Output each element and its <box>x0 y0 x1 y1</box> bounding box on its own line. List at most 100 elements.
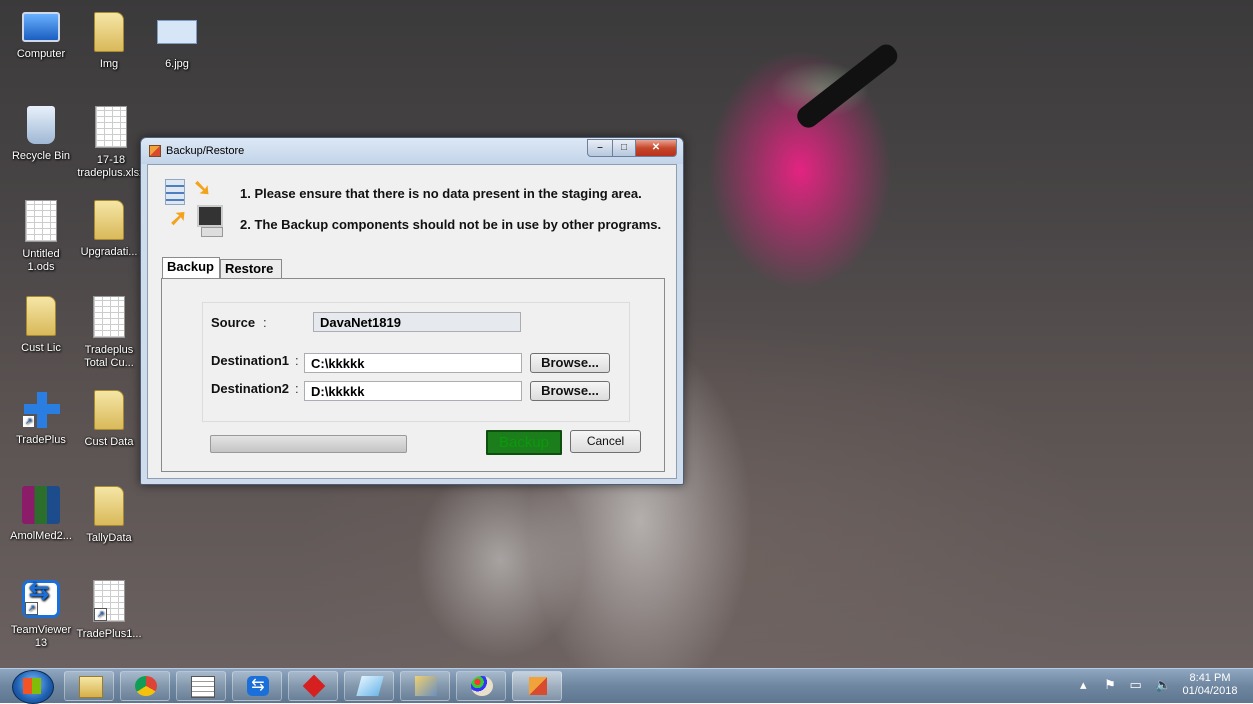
desktop-icon-computer[interactable]: Computer <box>8 12 74 61</box>
desktop-icon-upgradation[interactable]: Upgradati... <box>76 200 142 259</box>
explorer-icon <box>79 676 103 698</box>
start-button[interactable] <box>12 670 54 704</box>
dialog-titlebar[interactable]: Backup/Restore – □ ✕ <box>141 138 683 164</box>
tab-backup[interactable]: Backup <box>162 257 220 278</box>
volume-icon[interactable]: 🔈 <box>1155 677 1171 692</box>
paint-icon <box>471 676 493 696</box>
desktop-icon-cust-data[interactable]: Cust Data <box>76 390 142 449</box>
dialog-title: Backup/Restore <box>166 145 245 157</box>
taskbar-tools[interactable] <box>400 671 450 701</box>
recycle-bin-icon <box>27 106 55 144</box>
close-button[interactable]: ✕ <box>635 139 677 157</box>
backup-tab-panel: Source : DavaNet1819 Destination1 : C:\k… <box>161 278 665 472</box>
destination1-input[interactable]: C:\kkkkk <box>304 353 522 373</box>
folder-icon <box>94 12 124 52</box>
folder-icon <box>94 486 124 526</box>
maximize-button[interactable]: □ <box>612 139 636 157</box>
paths-group: Source : DavaNet1819 Destination1 : C:\k… <box>202 302 630 422</box>
desktop-icon-6jpg[interactable]: 6.jpg <box>144 12 210 71</box>
desktop-icon-label: TradePlus1... <box>76 628 142 640</box>
red-app-icon <box>302 674 326 698</box>
taskbar-red-app[interactable] <box>288 671 338 701</box>
desktop-icon-label: Cust Lic <box>21 342 61 354</box>
desktop-icon-untitled-ods[interactable]: Untitled 1.ods <box>8 200 74 274</box>
source-colon: : <box>263 315 267 330</box>
wallpaper-feather-stick <box>793 40 902 132</box>
taskbar-teamviewer[interactable]: ⇆ <box>232 671 282 701</box>
desktop-icon-label: TradePlus <box>16 434 66 446</box>
network-icon[interactable]: ▭ <box>1129 677 1141 692</box>
tray-expand-icon[interactable]: ▴ <box>1080 677 1087 692</box>
desktop-icon-amolmed[interactable]: AmolMed2... <box>8 486 74 543</box>
desktop-icon-tallydata[interactable]: TallyData <box>76 486 142 545</box>
taskbar-backup-app[interactable] <box>512 671 562 701</box>
spreadsheet-file-icon <box>25 200 57 242</box>
instruction-note-1: 1. Please ensure that there is no data p… <box>240 186 642 201</box>
teamviewer-icon: ↗ <box>22 580 60 618</box>
folder-icon <box>94 200 124 240</box>
desktop-icon-label: Computer <box>16 48 66 60</box>
app-icon <box>149 145 161 157</box>
desktop-icon-tradeplus1[interactable]: ↗ TradePlus1... <box>76 580 142 641</box>
app-window-icon: ↗ <box>93 580 125 622</box>
desktop-icon-cust-lic[interactable]: Cust Lic <box>8 296 74 355</box>
spreadsheet-file-icon <box>93 296 125 338</box>
computer-icon <box>22 12 60 42</box>
desktop-icon-label: Cust Data <box>84 436 134 448</box>
desktop-icon-tradeplus[interactable]: ↗ TradePlus <box>8 390 74 447</box>
taskbar-notes[interactable] <box>344 671 394 701</box>
winrar-archive-icon <box>22 486 60 524</box>
clock-date: 01/04/2018 <box>1182 685 1238 697</box>
action-center-icon[interactable]: ⚑ <box>1104 677 1116 692</box>
taskbar-paint[interactable] <box>456 671 506 701</box>
source-field: DavaNet1819 <box>313 312 521 332</box>
system-tray: ▴ ⚑ ▭ 🔈 <box>1080 677 1172 693</box>
browse-destination1-button[interactable]: Browse... <box>530 353 610 373</box>
desktop-icon-label: Recycle Bin <box>11 150 71 162</box>
desktop-icon-tradeplus-xlsx[interactable]: 17-18 tradeplus.xlsx <box>76 106 146 180</box>
spreadsheet-file-icon <box>95 106 127 148</box>
desktop-icon-img[interactable]: Img <box>76 12 142 71</box>
taskbar-chrome[interactable] <box>120 671 170 701</box>
destination2-colon: : <box>295 381 299 396</box>
minimize-button[interactable]: – <box>587 139 613 157</box>
browse-destination2-button[interactable]: Browse... <box>530 381 610 401</box>
shortcut-arrow-icon: ↗ <box>94 608 107 621</box>
image-file-icon <box>157 20 197 44</box>
desktop-icon-recycle-bin[interactable]: Recycle Bin <box>8 106 74 163</box>
desktop-icon-label: AmolMed2... <box>10 530 72 542</box>
desktop-icon-label: TeamViewer 13 <box>10 624 72 649</box>
desktop-icon-label: Tradeplus Total Cu... <box>84 344 134 369</box>
backup-button-label: Backup <box>498 434 550 451</box>
shortcut-arrow-icon: ↗ <box>22 415 35 428</box>
backup-button[interactable]: Backup <box>486 430 562 455</box>
clock-time: 8:41 PM <box>1189 672 1231 684</box>
desktop-icon-label: 6.jpg <box>165 58 189 70</box>
taskbar-spreadsheet[interactable] <box>176 671 226 701</box>
desktop-icon-label: Img <box>99 58 119 70</box>
teamviewer-icon: ⇆ <box>247 676 269 696</box>
folder-icon <box>94 390 124 430</box>
cancel-button[interactable]: Cancel <box>570 430 641 453</box>
instruction-note-2: 2. The Backup components should not be i… <box>240 217 662 232</box>
tools-icon <box>415 676 437 696</box>
tradeplus-icon: ↗ <box>22 390 60 428</box>
desktop-icon-label: 17-18 tradeplus.xlsx <box>77 154 145 179</box>
source-label: Source <box>211 315 256 330</box>
desktop-icon-label: Untitled 1.ods <box>22 248 60 273</box>
backup-progress-bar <box>210 435 407 453</box>
chrome-icon <box>135 676 157 696</box>
backup-app-icon <box>529 677 547 695</box>
destination1-label: Destination1 <box>211 353 290 368</box>
dialog-body: ➘ ➚ 1. Please ensure that there is no da… <box>147 164 677 479</box>
taskbar-explorer[interactable] <box>64 671 114 701</box>
tab-restore[interactable]: Restore <box>220 259 282 278</box>
destination2-input[interactable]: D:\kkkkk <box>304 381 522 401</box>
taskbar: ⇆ ▴ ⚑ ▭ 🔈 8:41 PM 01/04/2018 <box>0 668 1253 704</box>
desktop-icon-tradeplus-total[interactable]: Tradeplus Total Cu... <box>76 296 142 370</box>
desktop-icon-label: TallyData <box>86 532 132 544</box>
notes-icon <box>356 676 384 696</box>
taskbar-clock[interactable]: 8:41 PM 01/04/2018 <box>1175 672 1245 698</box>
desktop-icon-teamviewer[interactable]: ↗ TeamViewer 13 <box>8 580 74 650</box>
desktop-icon-label: Upgradati... <box>80 246 138 258</box>
